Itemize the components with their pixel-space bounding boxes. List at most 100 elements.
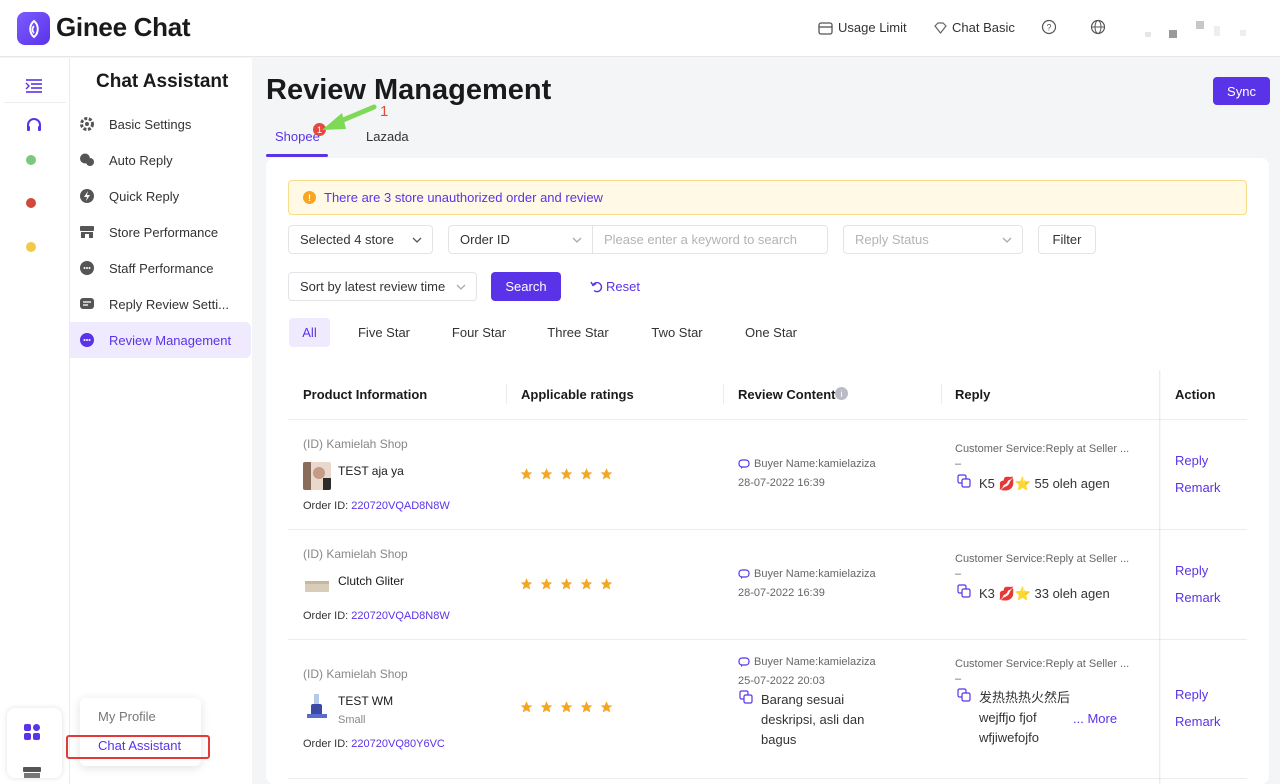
product-image[interactable] (303, 692, 331, 720)
gear-icon (79, 116, 95, 132)
chat-basic-plan[interactable]: Chat Basic (934, 20, 1015, 35)
reset-button[interactable]: Reset (590, 279, 640, 294)
star-icon (600, 701, 613, 713)
col-header-action: Action (1175, 387, 1216, 402)
order-id-link[interactable]: 220720VQAD8N8W (351, 610, 449, 622)
ginee-logo-icon[interactable] (17, 12, 50, 45)
chevron-down-icon (412, 237, 422, 243)
translate-icon[interactable] (957, 474, 971, 488)
store-status-dot[interactable] (26, 198, 36, 208)
globe-icon[interactable] (1090, 19, 1106, 35)
star-icon (580, 468, 593, 480)
order-id: Order ID: 220720VQ80Y6VC (303, 738, 445, 750)
reset-label: Reset (606, 279, 640, 294)
reply-header: Customer Service:Reply at Seller ... (955, 443, 1130, 455)
chat-icon (738, 568, 750, 579)
search-field-select[interactable]: Order ID (448, 225, 593, 254)
translate-icon[interactable] (957, 688, 971, 702)
more-link[interactable]: ... More (1073, 711, 1117, 726)
my-profile-menu-item[interactable]: My Profile (98, 709, 156, 724)
star-icon (520, 701, 533, 713)
sidebar-item-label: Staff Performance (109, 260, 214, 276)
star-icon (600, 578, 613, 590)
annotation-number: 1 (380, 103, 389, 120)
reply-dash: – (955, 673, 962, 685)
sort-select-value: Sort by latest review time (300, 279, 446, 294)
reply-dash: – (955, 458, 962, 470)
top-bar: Ginee Chat Usage Limit Chat Basic ? (0, 0, 1280, 57)
store-icon[interactable] (22, 766, 42, 778)
sidebar-title: Chat Assistant (96, 71, 229, 92)
search-button[interactable]: Search (491, 272, 561, 301)
chevron-down-icon (1002, 237, 1012, 243)
left-rail (0, 58, 70, 784)
apps-grid-icon[interactable] (23, 723, 41, 741)
sidebar-item-store-performance[interactable]: Store Performance (70, 214, 251, 250)
keyword-search-input[interactable]: Please enter a keyword to search (592, 225, 828, 254)
headset-icon[interactable] (25, 116, 43, 134)
chat-bubbles-icon (79, 152, 95, 168)
store-select-value: Selected 4 store (300, 232, 394, 247)
staff-icon (79, 260, 95, 276)
star-icon (560, 468, 573, 480)
product-image[interactable] (303, 572, 331, 600)
star-icon (540, 578, 553, 590)
review-date: 25-07-2022 20:03 (738, 675, 825, 687)
remark-button[interactable]: Remark (1175, 480, 1221, 495)
star-tab-five[interactable]: Five Star (350, 318, 418, 347)
order-id-link[interactable]: 220720VQAD8N8W (351, 500, 449, 512)
filter-button[interactable]: Filter (1038, 225, 1096, 254)
remark-button[interactable]: Remark (1175, 590, 1221, 605)
product-name: TEST aja ya (338, 464, 404, 478)
translate-icon[interactable] (739, 690, 753, 704)
sidebar-item-reply-review-settings[interactable]: Reply Review Setti... (70, 286, 251, 322)
sidebar-item-auto-reply[interactable]: Auto Reply (70, 142, 251, 178)
brand-name: Ginee Chat (56, 12, 191, 42)
reply-status-select[interactable]: Reply Status (843, 225, 1023, 254)
star-icon (560, 578, 573, 590)
product-variant: Small (338, 714, 366, 726)
translate-icon[interactable] (957, 584, 971, 598)
star-tab-one[interactable]: One Star (737, 318, 805, 347)
order-id-link[interactable]: 220720VQ80Y6VC (351, 738, 445, 750)
sidebar-item-label: Review Management (109, 332, 232, 348)
reply-button[interactable]: Reply (1175, 453, 1208, 468)
sidebar-item-review-management[interactable]: Review Management (70, 322, 251, 358)
star-icon (540, 701, 553, 713)
star-tab-all[interactable]: All (289, 318, 330, 347)
reply-text: K5 💋⭐ 55 oleh agen (979, 476, 1110, 491)
apps-menu-box (7, 708, 62, 778)
store-status-dot[interactable] (26, 155, 36, 165)
sidebar-item-staff-performance[interactable]: Staff Performance (70, 250, 251, 286)
diamond-icon (934, 21, 947, 34)
remark-button[interactable]: Remark (1175, 714, 1221, 729)
star-tab-three[interactable]: Three Star (540, 318, 616, 347)
store-icon (79, 224, 95, 240)
col-header-product: Product Information (303, 387, 428, 402)
star-tab-two[interactable]: Two Star (643, 318, 711, 347)
buyer-name: Buyer Name:kamielaziza (738, 568, 876, 580)
sidebar-item-basic-settings[interactable]: Basic Settings (70, 106, 251, 142)
star-tab-four[interactable]: Four Star (443, 318, 515, 347)
store-select[interactable]: Selected 4 store (288, 225, 433, 254)
reply-button[interactable]: Reply (1175, 687, 1208, 702)
product-name: Clutch Gliter (338, 574, 405, 588)
help-icon[interactable]: ? (1041, 19, 1057, 35)
store-status-dot[interactable] (26, 242, 36, 252)
buyer-name: Buyer Name:kamielaziza (738, 458, 876, 470)
keyword-placeholder: Please enter a keyword to search (604, 232, 797, 247)
chat-assistant-sidebar: Chat Assistant Basic Settings Auto Reply… (70, 58, 252, 784)
info-icon[interactable]: i (835, 387, 848, 400)
annotation-arrow-icon (322, 104, 377, 130)
sync-button[interactable]: Sync (1213, 77, 1270, 105)
usage-limit-link[interactable]: Usage Limit (818, 20, 907, 35)
usage-limit-icon (818, 21, 833, 35)
product-image[interactable] (303, 462, 331, 490)
star-icon (540, 468, 553, 480)
review-icon (79, 332, 95, 348)
sort-select[interactable]: Sort by latest review time (288, 272, 477, 301)
reply-button[interactable]: Reply (1175, 563, 1208, 578)
search-field-value: Order ID (460, 232, 510, 247)
menu-toggle-icon[interactable] (25, 78, 43, 94)
sidebar-item-quick-reply[interactable]: Quick Reply (70, 178, 251, 214)
